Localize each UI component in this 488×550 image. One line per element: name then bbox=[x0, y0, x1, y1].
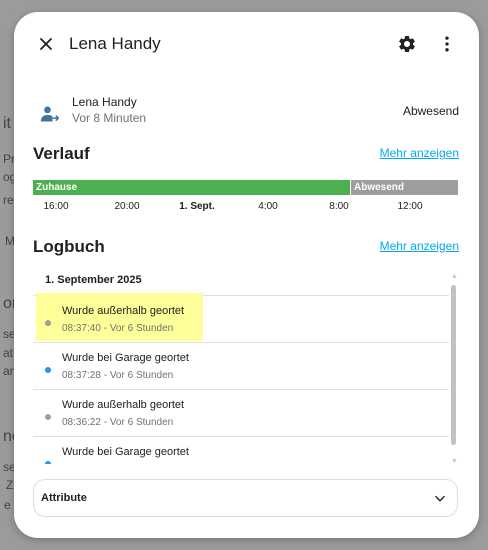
logbook-scrollbar[interactable]: ▲ ▼ bbox=[449, 273, 459, 469]
more-vertical-icon[interactable] bbox=[437, 34, 457, 54]
state-dot bbox=[45, 367, 51, 373]
scrollbar-thumb[interactable] bbox=[451, 285, 456, 445]
logbook-entry[interactable]: Wurde bei Garage geortet 08:37:28 - Vor … bbox=[33, 342, 449, 390]
dialog-title: Lena Handy bbox=[69, 34, 161, 53]
history-title: Verlauf bbox=[33, 144, 90, 163]
timeline-tick: 8:00 bbox=[329, 201, 349, 212]
logbook-entry[interactable]: Wurde bei Garage geortet bbox=[33, 436, 449, 464]
timeline-tick: 16:00 bbox=[43, 201, 69, 212]
entity-state: Abwesend bbox=[402, 104, 459, 118]
logbook-more-link[interactable]: Mehr anzeigen bbox=[380, 239, 459, 253]
entity-name: Lena Handy bbox=[72, 95, 137, 109]
logbook-title: Logbuch bbox=[33, 237, 105, 256]
account-arrow-icon bbox=[40, 106, 60, 122]
logbook-entry-meta: 08:37:40 - Vor 6 Stunden bbox=[62, 323, 174, 334]
history-timeline[interactable]: Zuhause Abwesend bbox=[33, 180, 458, 195]
logbook-entry[interactable]: Wurde außerhalb geortet 08:36:22 - Vor 6… bbox=[33, 389, 449, 437]
background-fragment: it bbox=[3, 115, 11, 132]
scroll-down-icon[interactable]: ▼ bbox=[451, 458, 458, 465]
logbook-entry-meta: 08:36:22 - Vor 6 Stunden bbox=[62, 417, 174, 428]
scroll-up-icon[interactable]: ▲ bbox=[451, 273, 458, 280]
timeline-tick: 4:00 bbox=[258, 201, 278, 212]
gear-icon[interactable] bbox=[397, 34, 417, 54]
history-more-link[interactable]: Mehr anzeigen bbox=[380, 146, 459, 160]
attributes-expander[interactable]: Attribute bbox=[33, 479, 458, 517]
background-fragment: re bbox=[3, 193, 14, 207]
logbook-entry-meta: 08:37:28 - Vor 6 Stunden bbox=[62, 370, 174, 381]
logbook-entry-message: Wurde außerhalb geortet bbox=[62, 399, 185, 411]
logbook-date: 1. September 2025 bbox=[45, 274, 142, 286]
entity-dialog: Lena Handy Lena Handy Vor 8 Minuten Abwe… bbox=[14, 12, 479, 538]
logbook-entry-message: Wurde bei Garage geortet bbox=[62, 446, 189, 458]
chevron-down-icon bbox=[435, 495, 445, 502]
background-fragment: e bbox=[4, 498, 11, 512]
state-dot bbox=[45, 320, 51, 326]
timeline-tick: 1. Sept. bbox=[179, 201, 215, 212]
timeline-tick: 12:00 bbox=[397, 201, 423, 212]
state-dot bbox=[45, 461, 51, 464]
logbook-entry[interactable]: Wurde außerhalb geortet 08:37:40 - Vor 6… bbox=[33, 293, 449, 343]
attributes-label: Attribute bbox=[41, 492, 87, 504]
logbook-list[interactable]: 1. September 2025 Wurde außerhalb georte… bbox=[33, 268, 458, 464]
timeline-tick: 20:00 bbox=[114, 201, 140, 212]
timeline-segment-home[interactable]: Zuhause bbox=[33, 180, 350, 195]
background-fragment: Z bbox=[6, 478, 14, 492]
entity-last-changed: Vor 8 Minuten bbox=[72, 111, 147, 125]
timeline-segment-away[interactable]: Abwesend bbox=[351, 180, 458, 195]
close-icon[interactable] bbox=[36, 34, 56, 54]
state-dot bbox=[45, 414, 51, 420]
logbook-entry-message: Wurde außerhalb geortet bbox=[62, 305, 185, 317]
logbook-entry-message: Wurde bei Garage geortet bbox=[62, 352, 189, 364]
